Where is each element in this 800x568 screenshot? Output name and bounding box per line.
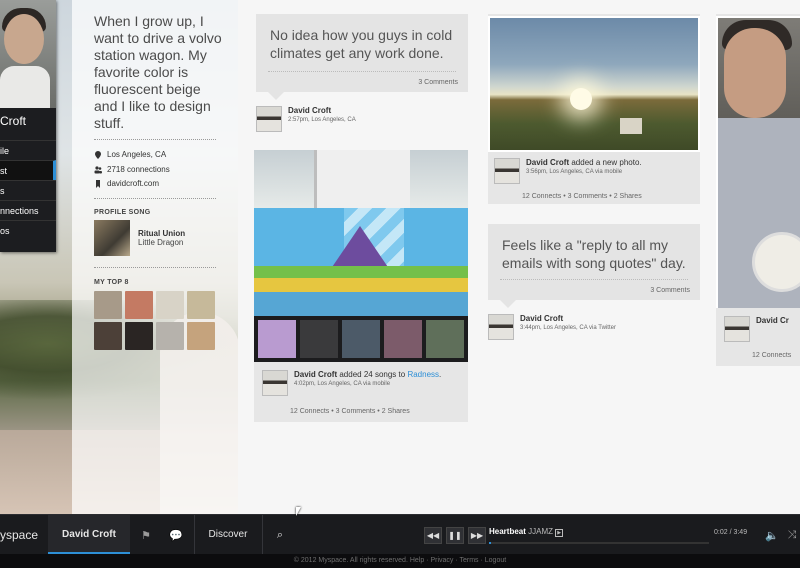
post-author: David Cr	[724, 316, 789, 342]
profile-name: Croft	[0, 114, 27, 128]
post-meta: 3:44pm, Los Angeles, CA via Twitter	[520, 325, 616, 331]
song-title: Ritual Union	[138, 229, 186, 238]
author-name[interactable]: David Croft	[520, 314, 616, 323]
bookmark-icon	[96, 179, 100, 188]
avatar[interactable]	[488, 314, 514, 340]
song-thumbnail[interactable]	[384, 320, 422, 358]
status-post-reply: Feels like a "reply to all my emails wit…	[488, 224, 700, 308]
shares-link[interactable]: 2 Shares	[614, 193, 642, 200]
post-meta: 2:57pm, Los Angeles, CA	[288, 117, 356, 123]
top8-grid	[94, 291, 215, 350]
top8-friend[interactable]	[187, 291, 215, 319]
author-name[interactable]: David Cr	[756, 316, 789, 325]
top8-friend[interactable]	[94, 291, 122, 319]
pin-icon	[95, 150, 101, 159]
top8-friend[interactable]	[156, 291, 184, 319]
menu-item-stream[interactable]: st	[0, 160, 56, 180]
comments-link[interactable]: 3 Comments	[650, 287, 690, 294]
status-text: No idea how you guys in cold climates ge…	[270, 27, 453, 61]
status-text: Feels like a "reply to all my emails wit…	[502, 237, 686, 271]
flag-icon[interactable]: ⚑	[138, 527, 154, 543]
playlist-photo[interactable]	[254, 150, 468, 362]
pause-button[interactable]: ❚❚	[446, 527, 464, 544]
song-thumbnail[interactable]	[300, 320, 338, 358]
post-author: David Croft 3:44pm, Los Angeles, CA via …	[488, 314, 616, 340]
connects-link[interactable]: 12 Connects	[290, 408, 329, 415]
album-art	[94, 220, 130, 256]
search-icon[interactable]: ⌕	[272, 527, 288, 543]
profile-photo[interactable]	[0, 0, 56, 108]
top8-friend[interactable]	[125, 291, 153, 319]
author-name[interactable]: David Croft	[294, 370, 337, 379]
playlist-link[interactable]: Radness	[407, 370, 439, 379]
divider	[94, 139, 216, 140]
author-name[interactable]: David Croft	[288, 106, 356, 115]
comments-link[interactable]: 3 Comments	[568, 193, 608, 200]
song-artist: Little Dragon	[138, 238, 184, 247]
top8-friend[interactable]	[187, 322, 215, 350]
song-thumbnail[interactable]	[342, 320, 380, 358]
portrait-photo[interactable]	[716, 16, 800, 308]
connections-row[interactable]: 2718 connections	[94, 165, 170, 174]
shuffle-icon[interactable]: ⤨	[784, 527, 800, 543]
connects-link[interactable]: 12 Connects	[752, 352, 791, 359]
post-author: David Croft 2:57pm, Los Angeles, CA	[256, 106, 356, 132]
menu-item-connections[interactable]: nnections	[0, 200, 56, 220]
author-name[interactable]: David Croft	[526, 158, 569, 167]
chat-icon[interactable]: 💬	[168, 527, 184, 543]
next-track-button[interactable]: ▶▶	[468, 527, 486, 544]
volume-icon[interactable]: 🔈	[764, 527, 780, 543]
previous-track-button[interactable]: ◀◀	[424, 527, 442, 544]
avatar[interactable]	[256, 106, 282, 132]
shares-link[interactable]: 2 Shares	[382, 408, 410, 415]
now-playing[interactable]: Heartbeat JJAMZ ▶	[489, 527, 564, 537]
myspace-profile-page: Croft ile st s nnections os When I grow …	[0, 0, 800, 568]
status-post-cold: No idea how you guys in cold climates ge…	[256, 14, 468, 100]
avatar[interactable]	[494, 158, 520, 184]
tab-profile[interactable]: David Croft	[48, 515, 130, 555]
song-thumbnails	[254, 316, 468, 362]
top8-friend[interactable]	[156, 322, 184, 350]
post-author: David Croft added 24 songs to Radness. 4…	[262, 370, 441, 396]
post-meta: 4:02pm, Los Angeles, CA via mobile	[294, 381, 391, 387]
profile-song[interactable]: Ritual Union Little Dragon	[94, 220, 185, 256]
comments-link[interactable]: 3 Comments	[336, 408, 376, 415]
menu-item-songs[interactable]: s	[0, 180, 56, 200]
website-row[interactable]: davidcroft.com	[94, 179, 159, 188]
avatar[interactable]	[724, 316, 750, 342]
myspace-logo[interactable]: yspace	[0, 528, 38, 542]
video-icon[interactable]: ▶	[555, 529, 564, 537]
post-stats: 12 Connects • 3 Comments • 2 Shares	[522, 193, 642, 200]
people-icon	[94, 165, 102, 173]
top8-friend[interactable]	[94, 322, 122, 350]
song-thumbnail[interactable]	[258, 320, 296, 358]
mouse-cursor	[296, 507, 301, 516]
avatar[interactable]	[262, 370, 288, 396]
global-nav-bar: yspace David Croft ⚑ 💬 Discover ⌕ ◀◀ ❚❚ …	[0, 514, 800, 555]
profile-card: Croft ile st s nnections os	[0, 0, 56, 252]
profile-menu: ile st s nnections os	[0, 140, 56, 240]
progress-bar[interactable]	[489, 542, 709, 544]
track-time: 0:02 / 3:49	[714, 529, 748, 536]
menu-item-photos[interactable]: os	[0, 220, 56, 240]
location-row: Los Angeles, CA	[94, 150, 166, 159]
top8-heading: MY TOP 8	[94, 279, 129, 286]
top8-friend[interactable]	[125, 322, 153, 350]
post-stats: 12 Connects • 3 Comments • 2 Shares	[290, 408, 410, 415]
post-author: David Croft added a new photo. 3:56pm, L…	[494, 158, 642, 184]
tab-discover[interactable]: Discover	[196, 515, 260, 555]
song-thumbnail[interactable]	[426, 320, 464, 358]
post-meta: 3:56pm, Los Angeles, CA via mobile	[526, 169, 623, 175]
profile-song-heading: PROFILE SONG	[94, 209, 151, 216]
sunset-photo[interactable]	[488, 16, 700, 152]
footer-links: © 2012 Myspace. All rights reserved. Hel…	[0, 554, 800, 568]
menu-item-profile[interactable]: ile	[0, 140, 56, 160]
connects-link[interactable]: 12 Connects	[522, 193, 561, 200]
profile-bio: When I grow up, I want to drive a volvo …	[94, 13, 222, 131]
comments-link[interactable]: 3 Comments	[418, 79, 458, 86]
